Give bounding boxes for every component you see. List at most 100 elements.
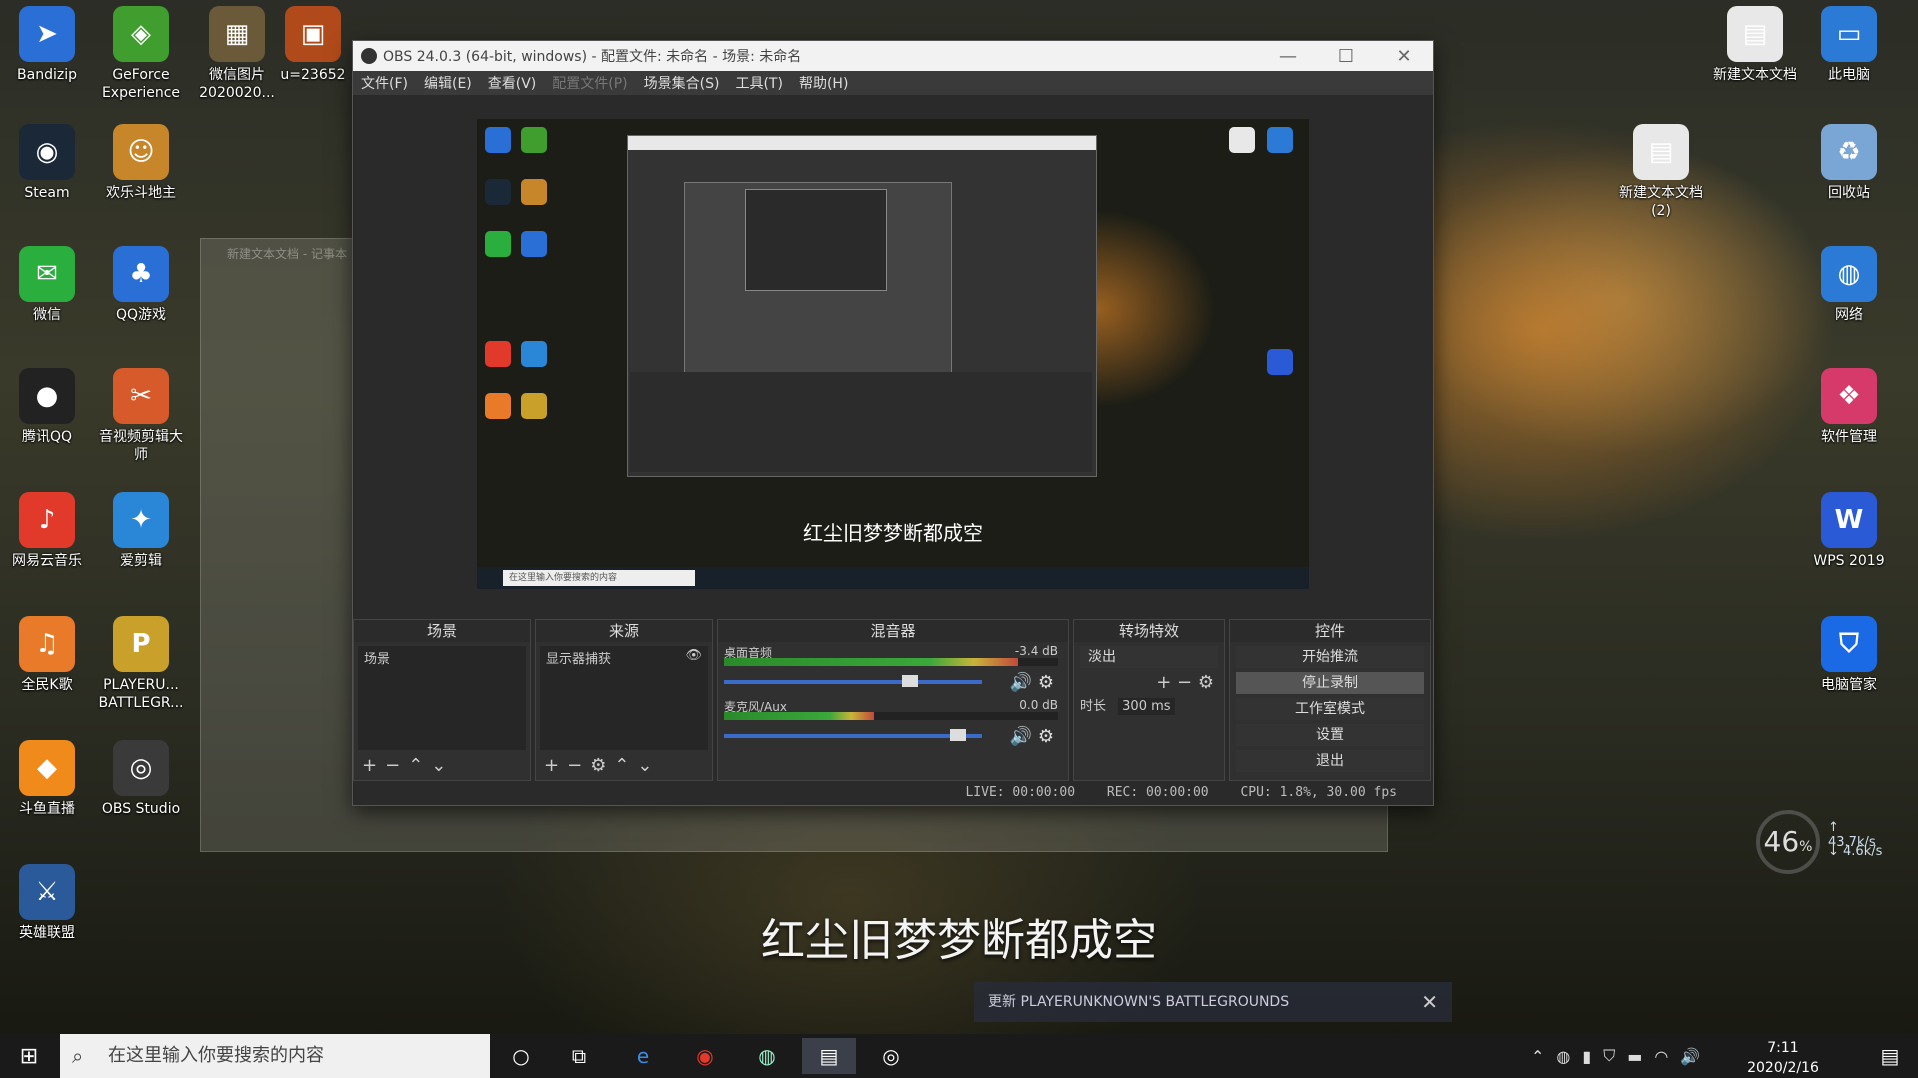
download-speed: ↓ 4.6k/s bbox=[1828, 844, 1883, 859]
desktop-icon[interactable]: ◍ 网络 bbox=[1804, 246, 1894, 324]
menu-file[interactable]: 文件(F) bbox=[353, 73, 416, 93]
obs-titlebar[interactable]: OBS 24.0.3 (64-bit, windows) - 配置文件: 未命名… bbox=[353, 41, 1433, 71]
steam-icon[interactable]: ◍ bbox=[740, 1038, 794, 1074]
volume-knob[interactable] bbox=[949, 729, 966, 741]
desktop-icon[interactable]: ♪ 网易云音乐 bbox=[2, 492, 92, 570]
menu-scene-collection[interactable]: 场景集合(S) bbox=[636, 73, 728, 93]
desktop-icon[interactable]: ♣ QQ游戏 bbox=[96, 246, 186, 324]
scenes-list[interactable]: 场景 bbox=[358, 646, 526, 750]
battery-icon[interactable]: ▬ bbox=[1627, 1047, 1642, 1066]
transition-select[interactable]: 淡出 bbox=[1080, 646, 1218, 668]
menu-profile[interactable]: 配置文件(P) bbox=[544, 73, 635, 93]
clock[interactable]: 7:11 2020/2/16 bbox=[1738, 1036, 1828, 1078]
stop-recording-button[interactable]: 停止录制 bbox=[1236, 672, 1424, 694]
tray-app-icon[interactable]: ◍ bbox=[1556, 1047, 1570, 1066]
speaker-icon[interactable]: 🔊 bbox=[1010, 672, 1032, 693]
obs-window-title: OBS 24.0.3 (64-bit, windows) - 配置文件: 未命名… bbox=[383, 49, 802, 65]
volume-slider[interactable] bbox=[724, 680, 982, 684]
desktop-icon[interactable]: ● 腾讯QQ bbox=[2, 368, 92, 446]
shield-icon[interactable]: ⛉ bbox=[1603, 1046, 1615, 1066]
volume-knob[interactable] bbox=[901, 675, 918, 687]
duration-input[interactable]: 300 ms bbox=[1118, 698, 1175, 715]
windows-start-icon[interactable]: ⊞ bbox=[0, 1034, 58, 1078]
gear-icon[interactable]: ⚙ bbox=[1038, 672, 1054, 693]
menu-edit[interactable]: 编辑(E) bbox=[416, 73, 480, 93]
desktop-icon[interactable]: ❖ 软件管理 bbox=[1804, 368, 1894, 446]
maximize-button[interactable]: ☐ bbox=[1317, 46, 1375, 67]
obs-preview[interactable]: 红尘旧梦梦断都成空 在这里输入你要搜索的内容 bbox=[477, 119, 1309, 589]
desktop-icon[interactable]: ♻ 回收站 bbox=[1804, 124, 1894, 202]
task-view-icon[interactable]: ⧉ bbox=[552, 1038, 606, 1074]
settings-button[interactable]: 设置 bbox=[1236, 724, 1424, 746]
remove-transition-button[interactable]: − bbox=[1177, 672, 1192, 693]
add-source-button[interactable]: + bbox=[544, 755, 567, 776]
start-streaming-button[interactable]: 开始推流 bbox=[1236, 646, 1424, 668]
menu-help[interactable]: 帮助(H) bbox=[791, 73, 856, 93]
desktop-icon[interactable]: W WPS 2019 bbox=[1804, 492, 1894, 570]
close-button[interactable]: ✕ bbox=[1375, 46, 1433, 67]
menu-tools[interactable]: 工具(T) bbox=[727, 73, 790, 93]
chevron-up-icon[interactable]: ⌃ bbox=[1531, 1047, 1544, 1066]
notepad-icon[interactable]: ▤ bbox=[802, 1038, 856, 1074]
sources-list[interactable]: 显示器捕获 👁 bbox=[540, 646, 708, 750]
volume-slider[interactable] bbox=[724, 734, 982, 738]
minimize-button[interactable]: — bbox=[1259, 46, 1317, 67]
obs-menubar: 文件(F) 编辑(E) 查看(V) 配置文件(P) 场景集合(S) 工具(T) … bbox=[353, 71, 1433, 95]
move-up-icon[interactable]: ⌃ bbox=[408, 755, 431, 776]
remove-scene-button[interactable]: − bbox=[385, 755, 408, 776]
network-speed-widget[interactable]: 46% ↑ 43.7k/s ↓ 4.6k/s bbox=[1756, 810, 1890, 878]
add-scene-button[interactable]: + bbox=[362, 755, 385, 776]
nested-preview bbox=[684, 182, 952, 374]
volume-icon[interactable]: 🔊 bbox=[1680, 1047, 1700, 1066]
desktop-icon[interactable]: ▭ 此电脑 bbox=[1804, 6, 1894, 84]
source-item[interactable]: 显示器捕获 👁 bbox=[546, 648, 702, 667]
duration-row: 时长 300 ms bbox=[1080, 695, 1218, 715]
gear-icon[interactable]: ⚙ bbox=[590, 755, 614, 776]
desktop-icon[interactable]: ✦ 爱剪辑 bbox=[96, 492, 186, 570]
exit-button[interactable]: 退出 bbox=[1236, 750, 1424, 772]
eye-icon[interactable]: 👁 bbox=[685, 648, 702, 663]
desktop-icon[interactable]: ♫ 全民K歌 bbox=[2, 616, 92, 694]
move-up-icon[interactable]: ⌃ bbox=[614, 755, 637, 776]
edge-icon[interactable]: e bbox=[616, 1038, 670, 1074]
desktop-icon[interactable]: ✂ 音视频剪辑大师 bbox=[96, 368, 186, 464]
gear-icon[interactable]: ⚙ bbox=[1038, 726, 1054, 747]
desktop-icon-label: u=23652 bbox=[280, 67, 346, 83]
desktop-icon[interactable]: ▤ 新建文本文档 bbox=[1710, 6, 1800, 84]
obs-window[interactable]: OBS 24.0.3 (64-bit, windows) - 配置文件: 未命名… bbox=[352, 40, 1434, 806]
update-notification[interactable]: 更新 PLAYERUNKNOWN'S BATTLEGROUNDS ✕ bbox=[974, 982, 1452, 1022]
menu-view[interactable]: 查看(V) bbox=[480, 73, 545, 93]
app-icon: ◉ bbox=[19, 124, 75, 180]
desktop-icon[interactable]: ◆ 斗鱼直播 bbox=[2, 740, 92, 818]
desktop-icon[interactable]: ✉ 微信 bbox=[2, 246, 92, 324]
speaker-icon[interactable]: 🔊 bbox=[1010, 726, 1032, 747]
add-transition-button[interactable]: + bbox=[1156, 672, 1171, 693]
studio-mode-button[interactable]: 工作室模式 bbox=[1236, 698, 1424, 720]
obs-icon[interactable]: ◎ bbox=[864, 1038, 918, 1074]
wifi-icon[interactable]: ◠ bbox=[1654, 1047, 1668, 1066]
netease-music-icon[interactable]: ◉ bbox=[678, 1038, 732, 1074]
desktop-icon-label: 微信 bbox=[33, 307, 61, 323]
taskbar-search[interactable]: ⌕ 在这里输入你要搜索的内容 bbox=[60, 1034, 490, 1078]
action-center-icon[interactable]: ▤ bbox=[1870, 1034, 1910, 1078]
desktop-icon[interactable]: ⛉ 电脑管家 bbox=[1804, 616, 1894, 694]
desktop-icon[interactable]: ➤ Bandizip bbox=[2, 6, 92, 84]
mixer-dock: 混音器 桌面音频 -3.4 dB 🔊 ⚙ 麦克风/Aux 0.0 dB 🔊 ⚙ bbox=[717, 619, 1069, 781]
move-down-icon[interactable]: ⌄ bbox=[637, 755, 660, 776]
desktop-icon[interactable]: ▤ 新建文本文档 (2) bbox=[1616, 124, 1706, 220]
remove-source-button[interactable]: − bbox=[567, 755, 590, 776]
obs-status-bar: LIVE: 00:00:00 REC: 00:00:00 CPU: 1.8%, … bbox=[353, 785, 1433, 805]
desktop-icon[interactable]: ▣ u=23652 bbox=[268, 6, 358, 84]
desktop-icon[interactable]: ☺ 欢乐斗地主 bbox=[96, 124, 186, 202]
microphone-icon[interactable]: ▮ bbox=[1582, 1047, 1591, 1066]
transitions-dock-title: 转场特效 bbox=[1074, 620, 1224, 642]
desktop-icon[interactable]: ◈ GeForce Experience bbox=[96, 6, 186, 102]
close-icon[interactable]: ✕ bbox=[1421, 982, 1438, 1022]
desktop-icon[interactable]: ◎ OBS Studio bbox=[96, 740, 186, 818]
desktop-icon[interactable]: P PLAYERU... BATTLEGR... bbox=[96, 616, 186, 712]
cortana-icon[interactable]: ○ bbox=[494, 1038, 548, 1074]
scene-item[interactable]: 场景 bbox=[364, 648, 520, 667]
move-down-icon[interactable]: ⌄ bbox=[431, 755, 454, 776]
desktop-icon[interactable]: ◉ Steam bbox=[2, 124, 92, 202]
gear-icon[interactable]: ⚙ bbox=[1198, 672, 1214, 693]
